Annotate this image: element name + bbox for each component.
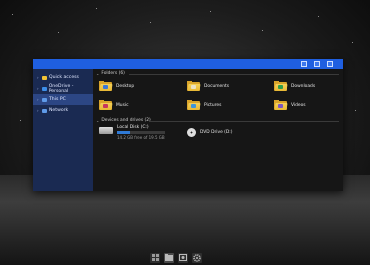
drive-info: Local Disk (C:) 14.2 GB free of 19.5 GB [117, 125, 165, 140]
sidebar-item-network[interactable]: › Network [33, 105, 93, 116]
group-divider [149, 121, 339, 122]
folder-music[interactable]: Music [99, 100, 129, 110]
sidebar-item-onedrive[interactable]: › OneDrive - Personal [33, 83, 93, 94]
sidebar-item-label: This PC [49, 97, 66, 102]
desktop-folder-icon [99, 81, 113, 91]
disk-usage-fill [117, 131, 130, 134]
star-dot [20, 120, 21, 121]
photos-icon[interactable] [178, 252, 188, 263]
chevron-down-icon[interactable]: ⌄ [96, 118, 99, 123]
settings-icon[interactable] [192, 252, 202, 263]
folder-label: Music [116, 102, 129, 108]
folder-documents[interactable]: Documents [187, 81, 229, 91]
downloads-folder-icon [274, 81, 288, 91]
folder-pictures[interactable]: Pictures [187, 100, 221, 110]
folder-label: Documents [204, 83, 230, 89]
devices-group-label: Devices and drives (2) [101, 118, 151, 123]
folder-desktop[interactable]: Desktop [99, 81, 134, 91]
star-dot [96, 8, 97, 9]
devices-group-header[interactable]: ⌄ Devices and drives (2) [96, 118, 151, 123]
star-dot [58, 32, 59, 33]
pictures-folder-icon [187, 100, 201, 110]
star-icon [42, 75, 47, 80]
star-dot [355, 110, 356, 111]
folder-label: Downloads [291, 83, 316, 89]
star-dot [150, 22, 151, 23]
sidebar-item-this-pc[interactable]: › This PC [33, 94, 93, 105]
hard-drive-icon [99, 127, 113, 134]
file-explorer-window: › Quick access › OneDrive - Personal › T… [33, 59, 343, 191]
folder-label: Desktop [116, 83, 135, 89]
music-folder-icon [99, 100, 113, 110]
star-dot [262, 30, 263, 31]
drive-local-disk[interactable]: Local Disk (C:) 14.2 GB free of 19.5 GB [99, 125, 165, 140]
start-icon[interactable] [150, 252, 160, 263]
folder-videos[interactable]: Videos [274, 100, 306, 110]
folders-group-label: Folders (6) [101, 71, 125, 76]
computer-icon [42, 97, 47, 102]
minimize-icon[interactable] [301, 61, 307, 67]
cloud-icon [41, 86, 47, 91]
star-dot [352, 42, 353, 43]
dvd-drive-icon [187, 128, 196, 137]
network-icon [42, 108, 47, 113]
taskbar [140, 250, 212, 265]
sidebar-item-label: Quick access [49, 75, 79, 80]
drive-free-space: 14.2 GB free of 19.5 GB [117, 135, 165, 140]
folders-group-header[interactable]: ⌄ Folders (6) [96, 71, 125, 76]
videos-folder-icon [274, 100, 288, 110]
sidebar-item-label: Network [49, 108, 69, 113]
folder-label: Pictures [204, 102, 222, 108]
drive-label: DVD Drive (D:) [200, 130, 233, 135]
documents-folder-icon [187, 81, 201, 91]
folder-label: Videos [291, 102, 306, 108]
close-icon[interactable] [327, 61, 333, 67]
drive-label: Local Disk (C:) [117, 125, 149, 130]
star-dot [210, 11, 211, 12]
group-divider [129, 74, 339, 75]
chevron-down-icon[interactable]: ⌄ [96, 71, 99, 76]
star-dot [318, 16, 319, 17]
sidebar-item-quick-access[interactable]: › Quick access [33, 72, 93, 83]
sidebar-item-label: OneDrive - Personal [48, 83, 74, 94]
drive-dvd[interactable]: DVD Drive (D:) [187, 128, 232, 137]
disk-usage-bar [117, 131, 165, 134]
content-pane: ⌄ Folders (6) Desktop Documents Download… [93, 69, 343, 191]
file-explorer-icon[interactable] [164, 252, 174, 263]
maximize-icon[interactable] [314, 61, 320, 67]
title-bar[interactable] [33, 59, 343, 69]
folder-downloads[interactable]: Downloads [274, 81, 315, 91]
star-dot [12, 14, 13, 15]
navigation-pane: › Quick access › OneDrive - Personal › T… [33, 69, 93, 191]
